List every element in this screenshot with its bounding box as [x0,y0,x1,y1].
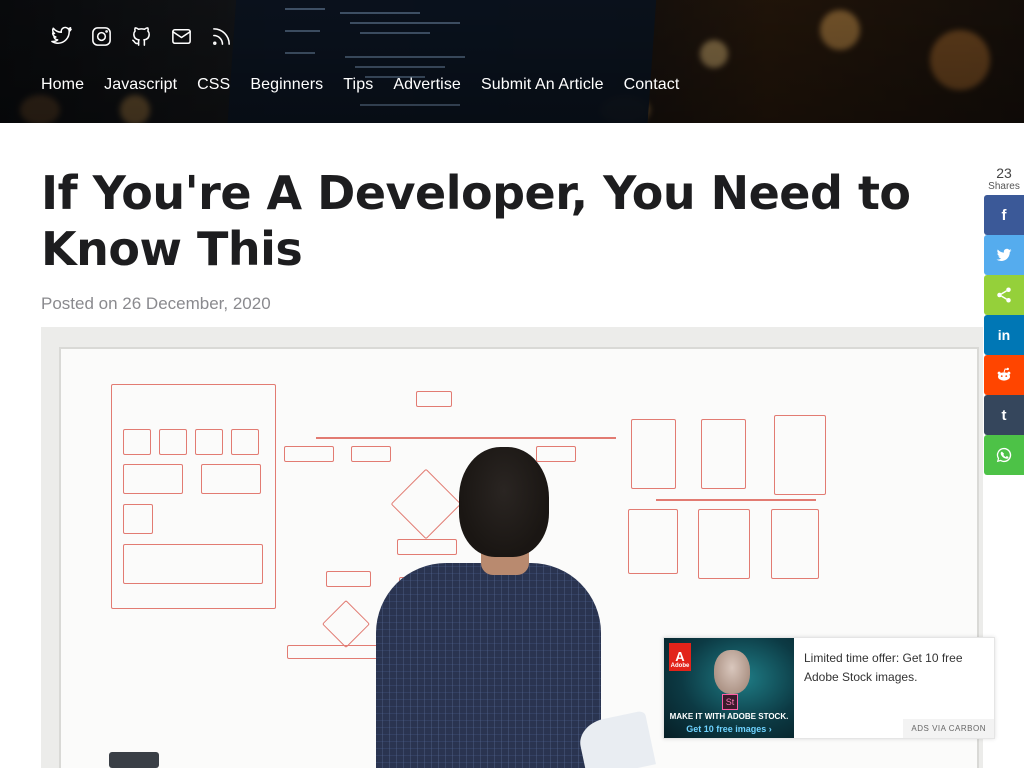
flowchart-decision [390,468,462,540]
article-title: If You're A Developer, You Need to Know … [41,166,911,276]
screen-connector [656,499,816,501]
github-icon[interactable] [130,25,153,48]
flowchart-decision [321,599,371,649]
social-links [50,25,233,48]
wireframe-sketch [201,464,261,494]
flowchart-node [326,571,371,587]
nav-advertise[interactable]: Advertise [393,76,461,94]
mail-icon[interactable] [170,25,193,48]
adobe-stock-icon: St [722,694,738,710]
adobe-logo-mark: A [675,649,685,664]
nav-tips[interactable]: Tips [343,76,373,94]
carbon-ad[interactable]: A Adobe St MAKE IT WITH ADOBE STOCK. Get… [663,637,995,739]
whatsapp-icon [996,447,1012,463]
screen-sketch [698,509,750,579]
wireframe-sketch [123,504,153,534]
nav-contact[interactable]: Contact [624,76,680,94]
screen-sketch [774,415,826,495]
facebook-icon: f [1001,206,1007,224]
rss-icon[interactable] [210,25,233,48]
share-tumblr-button[interactable]: t [984,395,1024,435]
screen-sketch [771,509,819,579]
ad-model-face [714,650,750,694]
header-overlay [0,0,1024,123]
share-whatsapp-button[interactable] [984,435,1024,475]
wireframe-sketch [159,429,187,455]
post-date: Posted on 26 December, 2020 [41,294,271,313]
twitter-icon [996,248,1012,261]
share-twitter-button[interactable] [984,235,1024,275]
nav-javascript[interactable]: Javascript [104,76,177,94]
share-count: 23 [996,165,1012,181]
ad-text[interactable]: Limited time offer: Get 10 free Adobe St… [804,649,989,687]
adobe-logo-text: Adobe [670,663,690,669]
main-nav: Home Javascript CSS Beginners Tips Adver… [41,76,699,94]
nav-css[interactable]: CSS [197,76,230,94]
wireframe-sketch [123,544,263,584]
screen-sketch [631,419,676,489]
ad-image-cta: Get 10 free images › [686,724,772,734]
flowchart-node [284,446,334,462]
site-header: Home Javascript CSS Beginners Tips Adver… [0,0,1024,123]
share-reddit-button[interactable] [984,355,1024,395]
ads-via-carbon-link[interactable]: ADS VIA CARBON [903,719,994,738]
person-head [459,447,549,557]
flowchart-node [397,539,457,555]
wireframe-sketch [231,429,259,455]
wireframe-sketch [123,464,183,494]
share-generic-button[interactable] [984,275,1024,315]
nav-beginners[interactable]: Beginners [250,76,323,94]
reddit-icon [997,367,1011,381]
twitter-icon[interactable] [50,25,73,48]
share-facebook-button[interactable]: f [984,195,1024,235]
share-counter: 23 Shares [984,165,1024,193]
ad-image-headline: MAKE IT WITH ADOBE STOCK. [669,712,789,721]
instagram-icon[interactable] [90,25,113,48]
flowchart-node [351,446,391,462]
share-linkedin-button[interactable]: in [984,315,1024,355]
nav-submit-an-article[interactable]: Submit An Article [481,76,604,94]
flowchart-node [536,446,576,462]
person-shirt [376,563,601,768]
linkedin-icon: in [997,327,1011,343]
ad-image[interactable]: A Adobe St MAKE IT WITH ADOBE STOCK. Get… [664,638,794,738]
adobe-logo: A Adobe [669,643,691,671]
share-icon [997,287,1011,303]
screen-sketch [628,509,678,574]
tumblr-icon: t [1001,406,1007,424]
wireframe-sketch [195,429,223,455]
whiteboard-eraser [109,752,159,768]
share-label: Shares [988,181,1020,192]
wireframe-sketch [123,429,151,455]
flowchart-connector [316,437,616,439]
nav-home[interactable]: Home [41,76,84,94]
flowchart-node [416,391,452,407]
screen-sketch [701,419,746,489]
